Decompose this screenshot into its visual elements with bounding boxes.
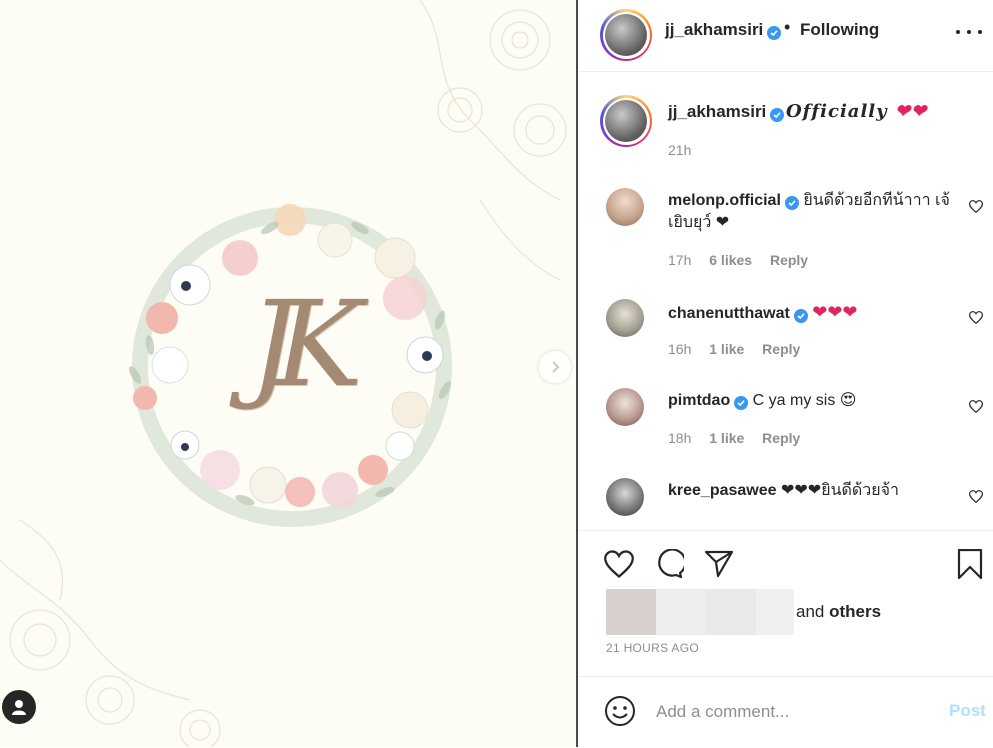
post-comment-button[interactable]: Post — [949, 701, 986, 721]
comment-meta: 17h 6 likes Reply — [668, 252, 822, 268]
caption-hearts: ❤❤ — [894, 101, 928, 122]
heart-icon — [604, 550, 634, 578]
like-button[interactable] — [602, 547, 636, 581]
reply-button[interactable]: Reply — [770, 252, 808, 268]
liker-avatar-blurred — [606, 589, 656, 635]
comment-body: pimtdao C ya my sis 😍 — [668, 390, 958, 412]
commenter-username[interactable]: chanenutthawat — [668, 305, 808, 323]
save-button[interactable] — [953, 547, 987, 581]
caption-username[interactable]: jj_akhamsiri — [668, 102, 785, 122]
chevron-right-icon — [552, 361, 560, 373]
heart-outline-icon[interactable] — [969, 400, 983, 413]
heart-outline-icon[interactable] — [969, 311, 983, 324]
following-button[interactable]: Following — [800, 20, 879, 40]
liker-avatar-blurred — [756, 589, 794, 635]
heart-outline-icon[interactable] — [969, 490, 983, 503]
comment-body: kree_pasawee ❤❤❤ยินดีด้วยจ้า — [668, 480, 958, 502]
comment-time[interactable]: 16h — [668, 341, 691, 357]
comment-body: chanenutthawat ❤❤❤ — [668, 301, 958, 325]
post-sidebar: jj_akhamsiri • Following jj_akhamsiri 𝑶𝒇… — [578, 0, 993, 747]
liker-avatar-blurred — [656, 589, 706, 635]
commenter-avatar[interactable] — [606, 388, 644, 426]
more-options-icon[interactable] — [956, 22, 982, 42]
emoji-icon[interactable] — [604, 695, 636, 727]
monogram-text: JK — [249, 275, 362, 413]
comment-meta: 16h 1 like Reply — [668, 341, 814, 357]
commenter-username[interactable]: melonp.official — [668, 192, 799, 210]
liker-avatar-blurred — [706, 589, 756, 635]
comment-time[interactable]: 17h — [668, 252, 691, 268]
verified-badge-icon — [784, 196, 799, 210]
verified-badge-icon — [793, 309, 808, 323]
post-header: jj_akhamsiri • Following — [578, 0, 993, 72]
reply-button[interactable]: Reply — [762, 341, 800, 357]
caption-text: 𝑶𝒇𝒇𝒊𝒄𝒊𝒂𝒍𝒍𝒚 ❤❤ — [786, 101, 928, 122]
author-username[interactable]: jj_akhamsiri — [665, 20, 782, 40]
comment-text: C ya my sis 😍 — [752, 392, 857, 409]
share-button[interactable] — [702, 547, 736, 581]
commenter-username[interactable]: pimtdao — [668, 392, 749, 410]
post-actions: and others 21 HOURS AGO — [578, 530, 993, 671]
post-timestamp[interactable]: 21 HOURS AGO — [606, 641, 699, 655]
post-image[interactable]: JK — [0, 0, 576, 747]
verified-badge-icon — [767, 26, 782, 40]
send-icon — [704, 550, 734, 578]
comment-text: ❤❤❤ — [812, 302, 858, 322]
comment-likes[interactable]: 6 likes — [709, 252, 752, 268]
caption-time[interactable]: 21h — [668, 142, 691, 158]
comments-list[interactable]: jj_akhamsiri 𝑶𝒇𝒇𝒊𝒄𝒊𝒂𝒍𝒍𝒚 ❤❤ 21h melonp.of… — [578, 72, 993, 524]
author-avatar[interactable] — [600, 9, 652, 61]
caption-avatar[interactable] — [600, 95, 652, 147]
likes-text[interactable]: and others — [796, 602, 881, 622]
verified-badge-icon — [734, 396, 749, 410]
comment-text: ❤❤❤ยินดีด้วยจ้า — [780, 482, 900, 499]
comment-body: melonp.official ยินดีด้วยอีกทีน้าาา เจ้ … — [668, 190, 958, 234]
bookmark-icon — [957, 549, 983, 579]
commenter-avatar[interactable] — [606, 299, 644, 337]
user-icon — [12, 700, 26, 715]
commenter-username[interactable]: kree_pasawee — [668, 482, 777, 499]
comment-time[interactable]: 18h — [668, 430, 691, 446]
tagged-users-button[interactable] — [2, 690, 36, 724]
next-image-button[interactable] — [539, 351, 571, 383]
comment-meta: 18h 1 like Reply — [668, 430, 814, 446]
comment-likes[interactable]: 1 like — [709, 430, 744, 446]
commenter-avatar[interactable] — [606, 478, 644, 516]
comment-bubble-icon — [658, 549, 684, 579]
comment-likes[interactable]: 1 like — [709, 341, 744, 357]
commenter-avatar[interactable] — [606, 188, 644, 226]
likes-summary[interactable]: and others — [606, 589, 881, 635]
heart-outline-icon[interactable] — [969, 200, 983, 213]
comment-input[interactable] — [654, 697, 928, 727]
reply-button[interactable]: Reply — [762, 430, 800, 446]
add-comment-bar: Post — [578, 676, 993, 748]
verified-badge-icon — [770, 108, 785, 122]
comment-button[interactable] — [652, 547, 686, 581]
separator-dot: • — [784, 17, 791, 37]
